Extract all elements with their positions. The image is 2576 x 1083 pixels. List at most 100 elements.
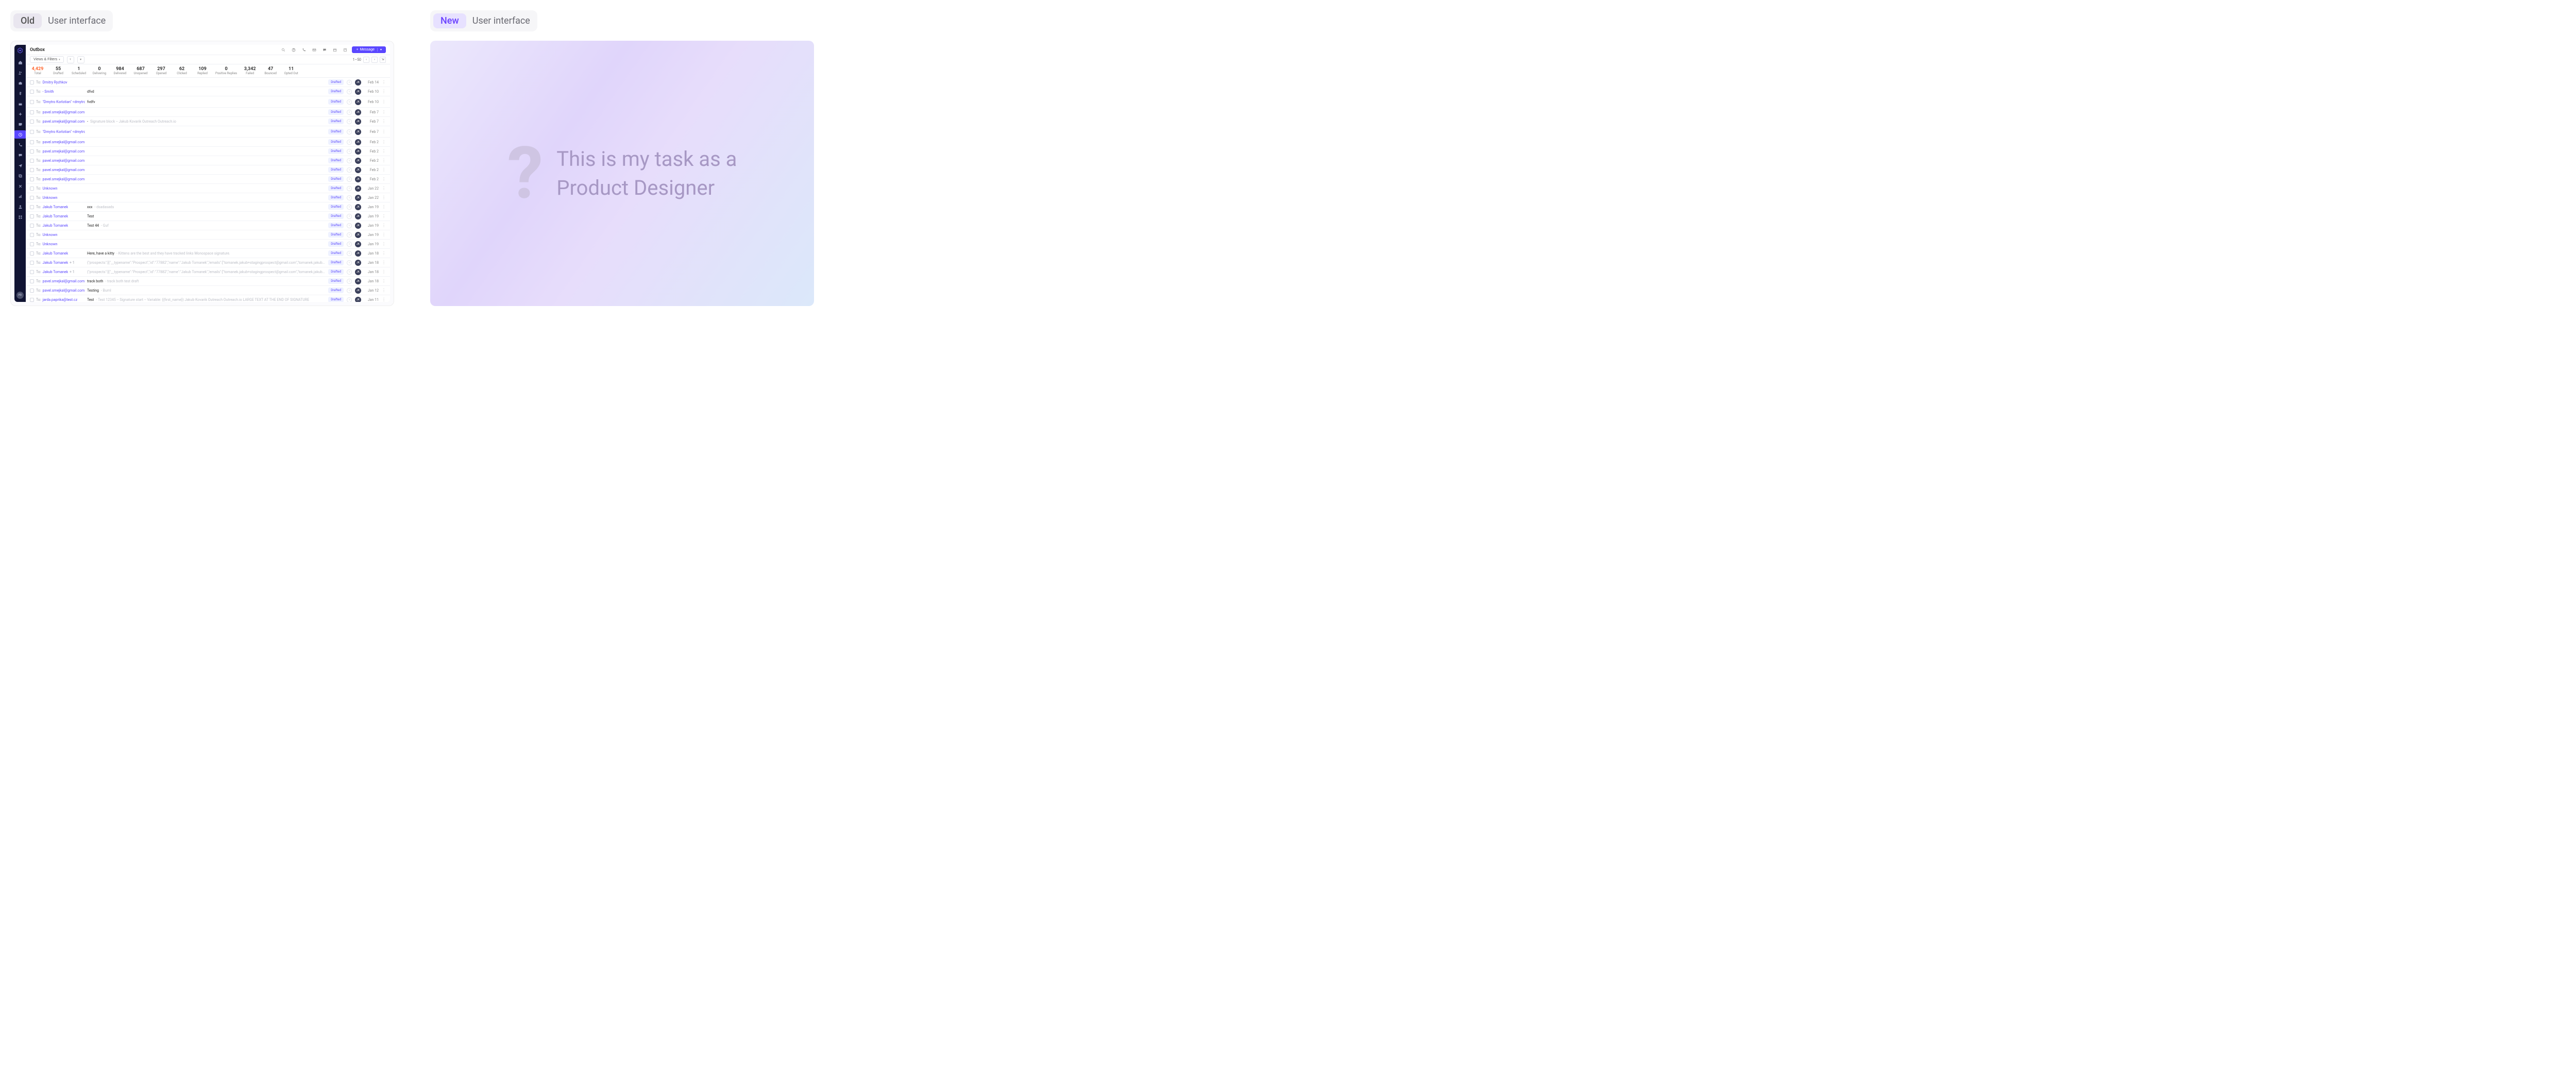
owner-avatar[interactable]: JK (355, 119, 361, 125)
table-row[interactable]: To:UnknownDrafted○JKJan 19⋮ (26, 230, 390, 240)
step-indicator-icon[interactable]: ○ (347, 119, 352, 124)
stat-item[interactable]: 3,342Failed (242, 66, 258, 75)
step-indicator-icon[interactable]: ○ (347, 140, 352, 145)
row-checkbox[interactable] (30, 168, 34, 172)
owner-avatar[interactable]: JK (355, 148, 361, 155)
row-checkbox[interactable] (30, 187, 34, 191)
row-checkbox[interactable] (30, 289, 34, 293)
stat-item[interactable]: 1Scheduled (71, 66, 87, 75)
row-checkbox[interactable] (30, 205, 34, 209)
nav-close-icon[interactable] (14, 182, 26, 190)
row-checkbox[interactable] (30, 90, 34, 94)
nav-copy-icon[interactable] (14, 172, 26, 180)
stat-item[interactable]: 55Drafted (50, 66, 66, 75)
stat-item[interactable]: 984Delivered (112, 66, 128, 75)
step-indicator-icon[interactable]: ○ (347, 149, 352, 154)
recipient[interactable]: jarda.paprika@test.cz (43, 298, 78, 302)
row-checkbox[interactable] (30, 298, 34, 302)
recipient[interactable]: pavel.smejkal@gmail.com (43, 149, 85, 154)
row-menu-icon[interactable]: ⋮ (382, 80, 386, 84)
nav-chat-icon[interactable] (14, 151, 26, 159)
owner-avatar[interactable]: JK (355, 241, 361, 247)
row-menu-icon[interactable]: ⋮ (382, 223, 386, 228)
nav-outbox-icon[interactable] (14, 130, 26, 139)
table-row[interactable]: To:Jakub Tomanekxxx- dsadasadsDrafted○JK… (26, 202, 390, 212)
step-indicator-icon[interactable]: ○ (347, 242, 352, 247)
step-indicator-icon[interactable]: ○ (347, 177, 352, 182)
owner-avatar[interactable]: JK (355, 260, 361, 266)
recipient[interactable]: pavel.smejkal@gmail.com (43, 120, 85, 124)
row-checkbox[interactable] (30, 149, 34, 154)
row-checkbox[interactable] (30, 270, 34, 274)
recipient[interactable]: pavel.smejkal@gmail.com (43, 177, 85, 181)
row-checkbox[interactable] (30, 80, 34, 84)
nav-chart-icon[interactable] (14, 192, 26, 200)
table-row[interactable]: To:pavel.smejkal@gmail.com+ 1Drafted○JKF… (26, 147, 390, 156)
nav-calendar-icon[interactable] (14, 99, 26, 108)
owner-avatar[interactable]: JK (355, 176, 361, 182)
step-indicator-icon[interactable]: ○ (347, 232, 352, 238)
search-icon[interactable] (280, 46, 287, 54)
table-row[interactable]: To:Jakub TomanekHere, have a kitty- Kitt… (26, 249, 390, 258)
recipient[interactable]: pavel.smejkal@gmail.com (43, 110, 85, 114)
row-checkbox[interactable] (30, 100, 34, 104)
row-menu-icon[interactable]: ⋮ (382, 129, 386, 134)
row-menu-icon[interactable]: ⋮ (382, 260, 386, 265)
nav-send-icon[interactable] (14, 161, 26, 170)
recipient[interactable]: Unknown (43, 196, 58, 200)
table-row[interactable]: To:pavel.smejkal@gmail.comDrafted○JKFeb … (26, 108, 390, 117)
table-row[interactable]: To:pavel.smejkal@gmail.com+ 3Testing- Bu… (26, 286, 390, 295)
row-menu-icon[interactable]: ⋮ (382, 279, 386, 283)
table-row[interactable]: To:pavel.smejkal@gmail.com-Signature blo… (26, 117, 390, 126)
table-row[interactable]: To:UnknownDrafted○JKJan 22⋮ (26, 193, 390, 202)
owner-avatar[interactable]: JK (355, 109, 361, 115)
recipient[interactable]: pavel.smejkal@gmail.com (43, 279, 85, 283)
row-menu-icon[interactable]: ⋮ (382, 232, 386, 237)
recipient[interactable]: "Dmytro Korlotian" <dmytro.korlotian@out… (43, 130, 85, 134)
row-checkbox[interactable] (30, 261, 34, 265)
add-filter-button[interactable]: + (67, 56, 74, 63)
row-menu-icon[interactable]: ⋮ (382, 288, 386, 293)
step-indicator-icon[interactable]: ○ (347, 251, 352, 256)
owner-avatar[interactable]: JK (355, 167, 361, 173)
row-menu-icon[interactable]: ⋮ (382, 167, 386, 172)
recipient[interactable]: pavel.smejkal@gmail.com (43, 289, 85, 293)
owner-avatar[interactable]: JK (355, 232, 361, 238)
nav-plus-icon[interactable] (14, 110, 26, 118)
owner-avatar[interactable]: JK (355, 195, 361, 201)
row-menu-icon[interactable]: ⋮ (382, 186, 386, 191)
row-checkbox[interactable] (30, 214, 34, 218)
recipient[interactable]: - Smith (43, 90, 54, 94)
row-menu-icon[interactable]: ⋮ (382, 269, 386, 274)
step-indicator-icon[interactable]: ○ (347, 279, 352, 284)
row-checkbox[interactable] (30, 159, 34, 163)
owner-avatar[interactable]: JK (355, 287, 361, 294)
owner-avatar[interactable]: JK (355, 99, 361, 105)
row-menu-icon[interactable]: ⋮ (382, 251, 386, 256)
recipient[interactable]: pavel.smejkal@gmail.com (43, 168, 85, 172)
stat-item[interactable]: 0Delivering (92, 66, 107, 75)
owner-avatar[interactable]: JK (355, 204, 361, 210)
mail-icon[interactable] (311, 46, 318, 54)
nav-grid-icon[interactable] (14, 213, 26, 221)
recipient[interactable]: Unknown (43, 242, 58, 246)
step-indicator-icon[interactable]: ○ (347, 214, 352, 219)
owner-avatar[interactable]: JK (355, 89, 361, 95)
stat-item[interactable]: 62Clicked (174, 66, 190, 75)
recipient[interactable]: Jakub Tomanek (43, 214, 69, 218)
table-row[interactable]: To:"Dmytro Korlotian" <dmytro.korlotian@… (26, 126, 390, 138)
recipient[interactable]: pavel.smejkal@gmail.com (43, 140, 85, 144)
step-indicator-icon[interactable]: ○ (347, 223, 352, 228)
owner-avatar[interactable]: JK (355, 278, 361, 284)
stat-item[interactable]: 11Opted Out (283, 66, 299, 75)
recipient[interactable]: Unknown (43, 233, 58, 237)
table-row[interactable]: To:pavel.smejkal@gmail.comtrack both- tr… (26, 277, 390, 286)
next-page-button[interactable]: › (371, 57, 378, 63)
table-row[interactable]: To:Jakub Tomanek+ 1{"prospects":[{"__typ… (26, 258, 390, 267)
step-indicator-icon[interactable]: ○ (347, 297, 352, 302)
step-indicator-icon[interactable]: ○ (347, 269, 352, 275)
stat-item[interactable]: 4,429Total (30, 66, 45, 75)
recipient[interactable]: Dmitry Ryzhkov (43, 80, 67, 84)
row-menu-icon[interactable]: ⋮ (382, 158, 386, 163)
row-menu-icon[interactable]: ⋮ (382, 140, 386, 144)
